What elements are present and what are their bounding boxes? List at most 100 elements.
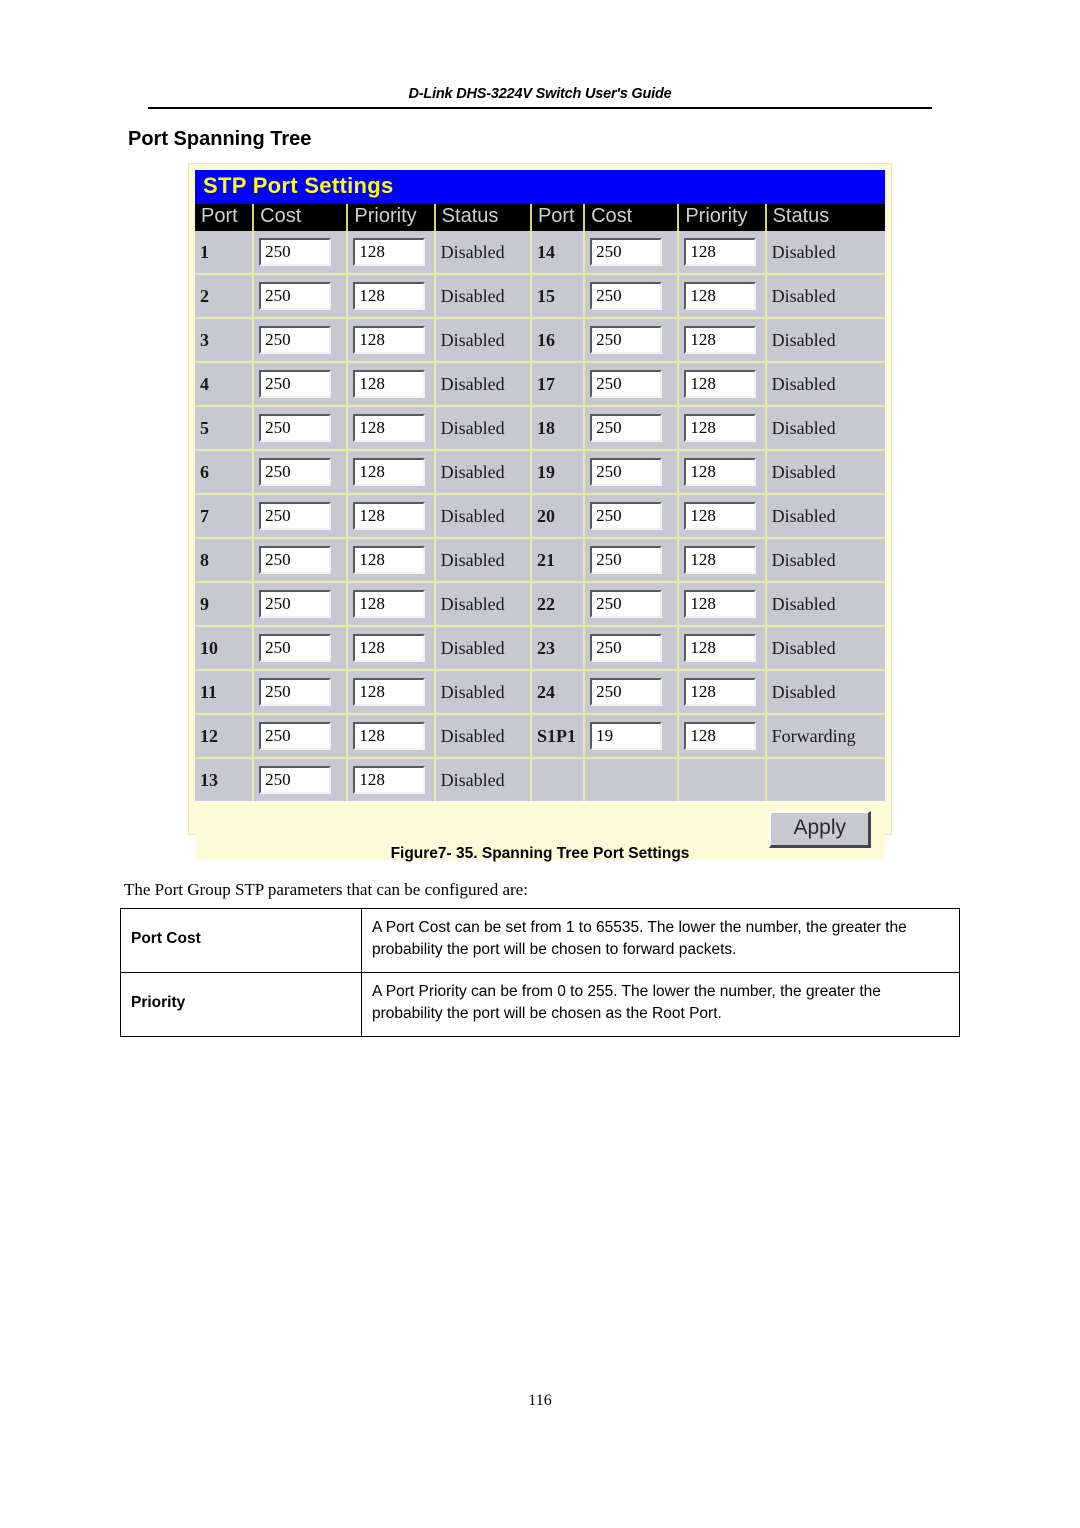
param-desc-port-cost: A Port Cost can be set from 1 to 65535. … (361, 908, 960, 973)
priority-input-left[interactable]: 128 (353, 633, 426, 663)
priority-input-right[interactable]: 128 (684, 677, 757, 707)
status-value-left: Disabled (434, 538, 532, 583)
cost-input-left[interactable]: 250 (259, 501, 332, 531)
priority-input-right[interactable]: 128 (684, 413, 757, 443)
port-label-right: S1P1 (530, 714, 586, 759)
port-label-right: 15 (530, 274, 586, 319)
priority-cell-left: 128 (347, 274, 436, 319)
column-header-port-left: Port (195, 204, 255, 231)
cost-input-right[interactable]: 250 (590, 369, 663, 399)
table-row: 13 250 128 Disabled (195, 758, 885, 801)
priority-input-left[interactable]: 128 (353, 721, 426, 751)
priority-input-right[interactable]: 128 (684, 281, 757, 311)
apply-button[interactable]: Apply (769, 811, 871, 848)
priority-input-right[interactable]: 128 (684, 237, 757, 267)
cost-input-left[interactable]: 250 (259, 765, 332, 795)
status-value-right: Forwarding (765, 714, 885, 759)
priority-input-left[interactable]: 128 (353, 457, 426, 487)
port-label-right: 18 (530, 406, 586, 451)
priority-input-right[interactable]: 128 (684, 457, 757, 487)
priority-input-left[interactable]: 128 (353, 413, 426, 443)
port-label-right: 19 (530, 450, 586, 495)
cost-input-left[interactable]: 250 (259, 677, 332, 707)
priority-cell-right: 128 (678, 714, 767, 759)
cost-input-right[interactable]: 250 (590, 589, 663, 619)
cost-input-left[interactable]: 250 (259, 413, 332, 443)
cost-cell-right: 250 (584, 362, 680, 407)
cost-input-left[interactable]: 250 (259, 281, 332, 311)
priority-input-left[interactable]: 128 (353, 589, 426, 619)
cost-input-right[interactable]: 250 (590, 545, 663, 575)
port-label-right: 24 (530, 670, 586, 715)
status-value-right: Disabled (765, 274, 885, 319)
priority-cell-right: 128 (678, 231, 767, 275)
priority-input-right[interactable]: 128 (684, 501, 757, 531)
cost-input-right[interactable]: 250 (590, 677, 663, 707)
cost-input-left[interactable]: 250 (259, 457, 332, 487)
status-value-left: Disabled (434, 274, 532, 319)
port-label-left: 7 (195, 494, 255, 539)
priority-input-right[interactable]: 128 (684, 633, 757, 663)
stp-port-settings-panel: STP Port Settings Port Cost Priority Sta… (188, 163, 892, 860)
status-value-right (765, 758, 885, 801)
priority-cell-left: 128 (347, 670, 436, 715)
priority-input-left[interactable]: 128 (353, 281, 426, 311)
stp-table-head: Port Cost Priority Status Port Cost Prio… (195, 204, 885, 231)
priority-input-left[interactable]: 128 (353, 369, 426, 399)
priority-cell-right: 128 (678, 318, 767, 363)
cost-input-right[interactable]: 250 (590, 633, 663, 663)
cost-input-left[interactable]: 250 (259, 589, 332, 619)
cost-cell-right: 250 (584, 670, 680, 715)
priority-input-left[interactable]: 128 (353, 677, 426, 707)
table-row: 11 250 128 Disabled 24 250 128 Disabled (195, 670, 885, 715)
priority-cell-left: 128 (347, 450, 436, 495)
cost-input-left[interactable]: 250 (259, 237, 332, 267)
cost-input-right[interactable]: 250 (590, 413, 663, 443)
table-row: 9 250 128 Disabled 22 250 128 Disabled (195, 582, 885, 627)
priority-cell-left: 128 (347, 538, 436, 583)
priority-input-right[interactable]: 128 (684, 721, 757, 751)
priority-input-left[interactable]: 128 (353, 325, 426, 355)
port-label-right: 17 (530, 362, 586, 407)
table-row: 2 250 128 Disabled 15 250 128 Disabled (195, 274, 885, 319)
cost-input-left[interactable]: 250 (259, 633, 332, 663)
priority-cell-right: 128 (678, 538, 767, 583)
cost-input-left[interactable]: 250 (259, 721, 332, 751)
stp-panel-titlebar: STP Port Settings (195, 170, 885, 204)
priority-input-left[interactable]: 128 (353, 765, 426, 795)
cost-input-right[interactable]: 250 (590, 281, 663, 311)
priority-cell-right: 128 (678, 670, 767, 715)
cost-input-left[interactable]: 250 (259, 325, 332, 355)
priority-input-left[interactable]: 128 (353, 237, 426, 267)
cost-cell-right: 19 (584, 714, 680, 759)
column-header-priority-left: Priority (347, 204, 436, 231)
cost-cell-right: 250 (584, 318, 680, 363)
stp-header-row: Port Cost Priority Status Port Cost Prio… (195, 204, 885, 231)
cost-input-right[interactable]: 250 (590, 325, 663, 355)
priority-input-left[interactable]: 128 (353, 545, 426, 575)
status-value-right: Disabled (765, 670, 885, 715)
priority-input-right[interactable]: 128 (684, 589, 757, 619)
cost-input-right[interactable]: 250 (590, 501, 663, 531)
cost-input-left[interactable]: 250 (259, 369, 332, 399)
port-label-left: 1 (195, 231, 255, 275)
status-value-left: Disabled (434, 406, 532, 451)
priority-cell-left: 128 (347, 362, 436, 407)
cost-input-left[interactable]: 250 (259, 545, 332, 575)
intro-paragraph: The Port Group STP parameters that can b… (124, 880, 528, 899)
cost-input-right[interactable]: 250 (590, 457, 663, 487)
page-number: 116 (528, 1392, 552, 1409)
priority-cell-left: 128 (347, 318, 436, 363)
port-label-right: 22 (530, 582, 586, 627)
running-header: D-Link DHS-3224V Switch User's Guide (148, 86, 932, 109)
port-label-left: 12 (195, 714, 255, 759)
priority-input-left[interactable]: 128 (353, 501, 426, 531)
cost-input-right[interactable]: 19 (590, 721, 663, 751)
priority-input-right[interactable]: 128 (684, 325, 757, 355)
priority-input-right[interactable]: 128 (684, 369, 757, 399)
cost-cell-right: 250 (584, 582, 680, 627)
cost-input-right[interactable]: 250 (590, 237, 663, 267)
cost-cell-right: 250 (584, 494, 680, 539)
priority-input-right[interactable]: 128 (684, 545, 757, 575)
column-header-status-left: Status (434, 204, 532, 231)
